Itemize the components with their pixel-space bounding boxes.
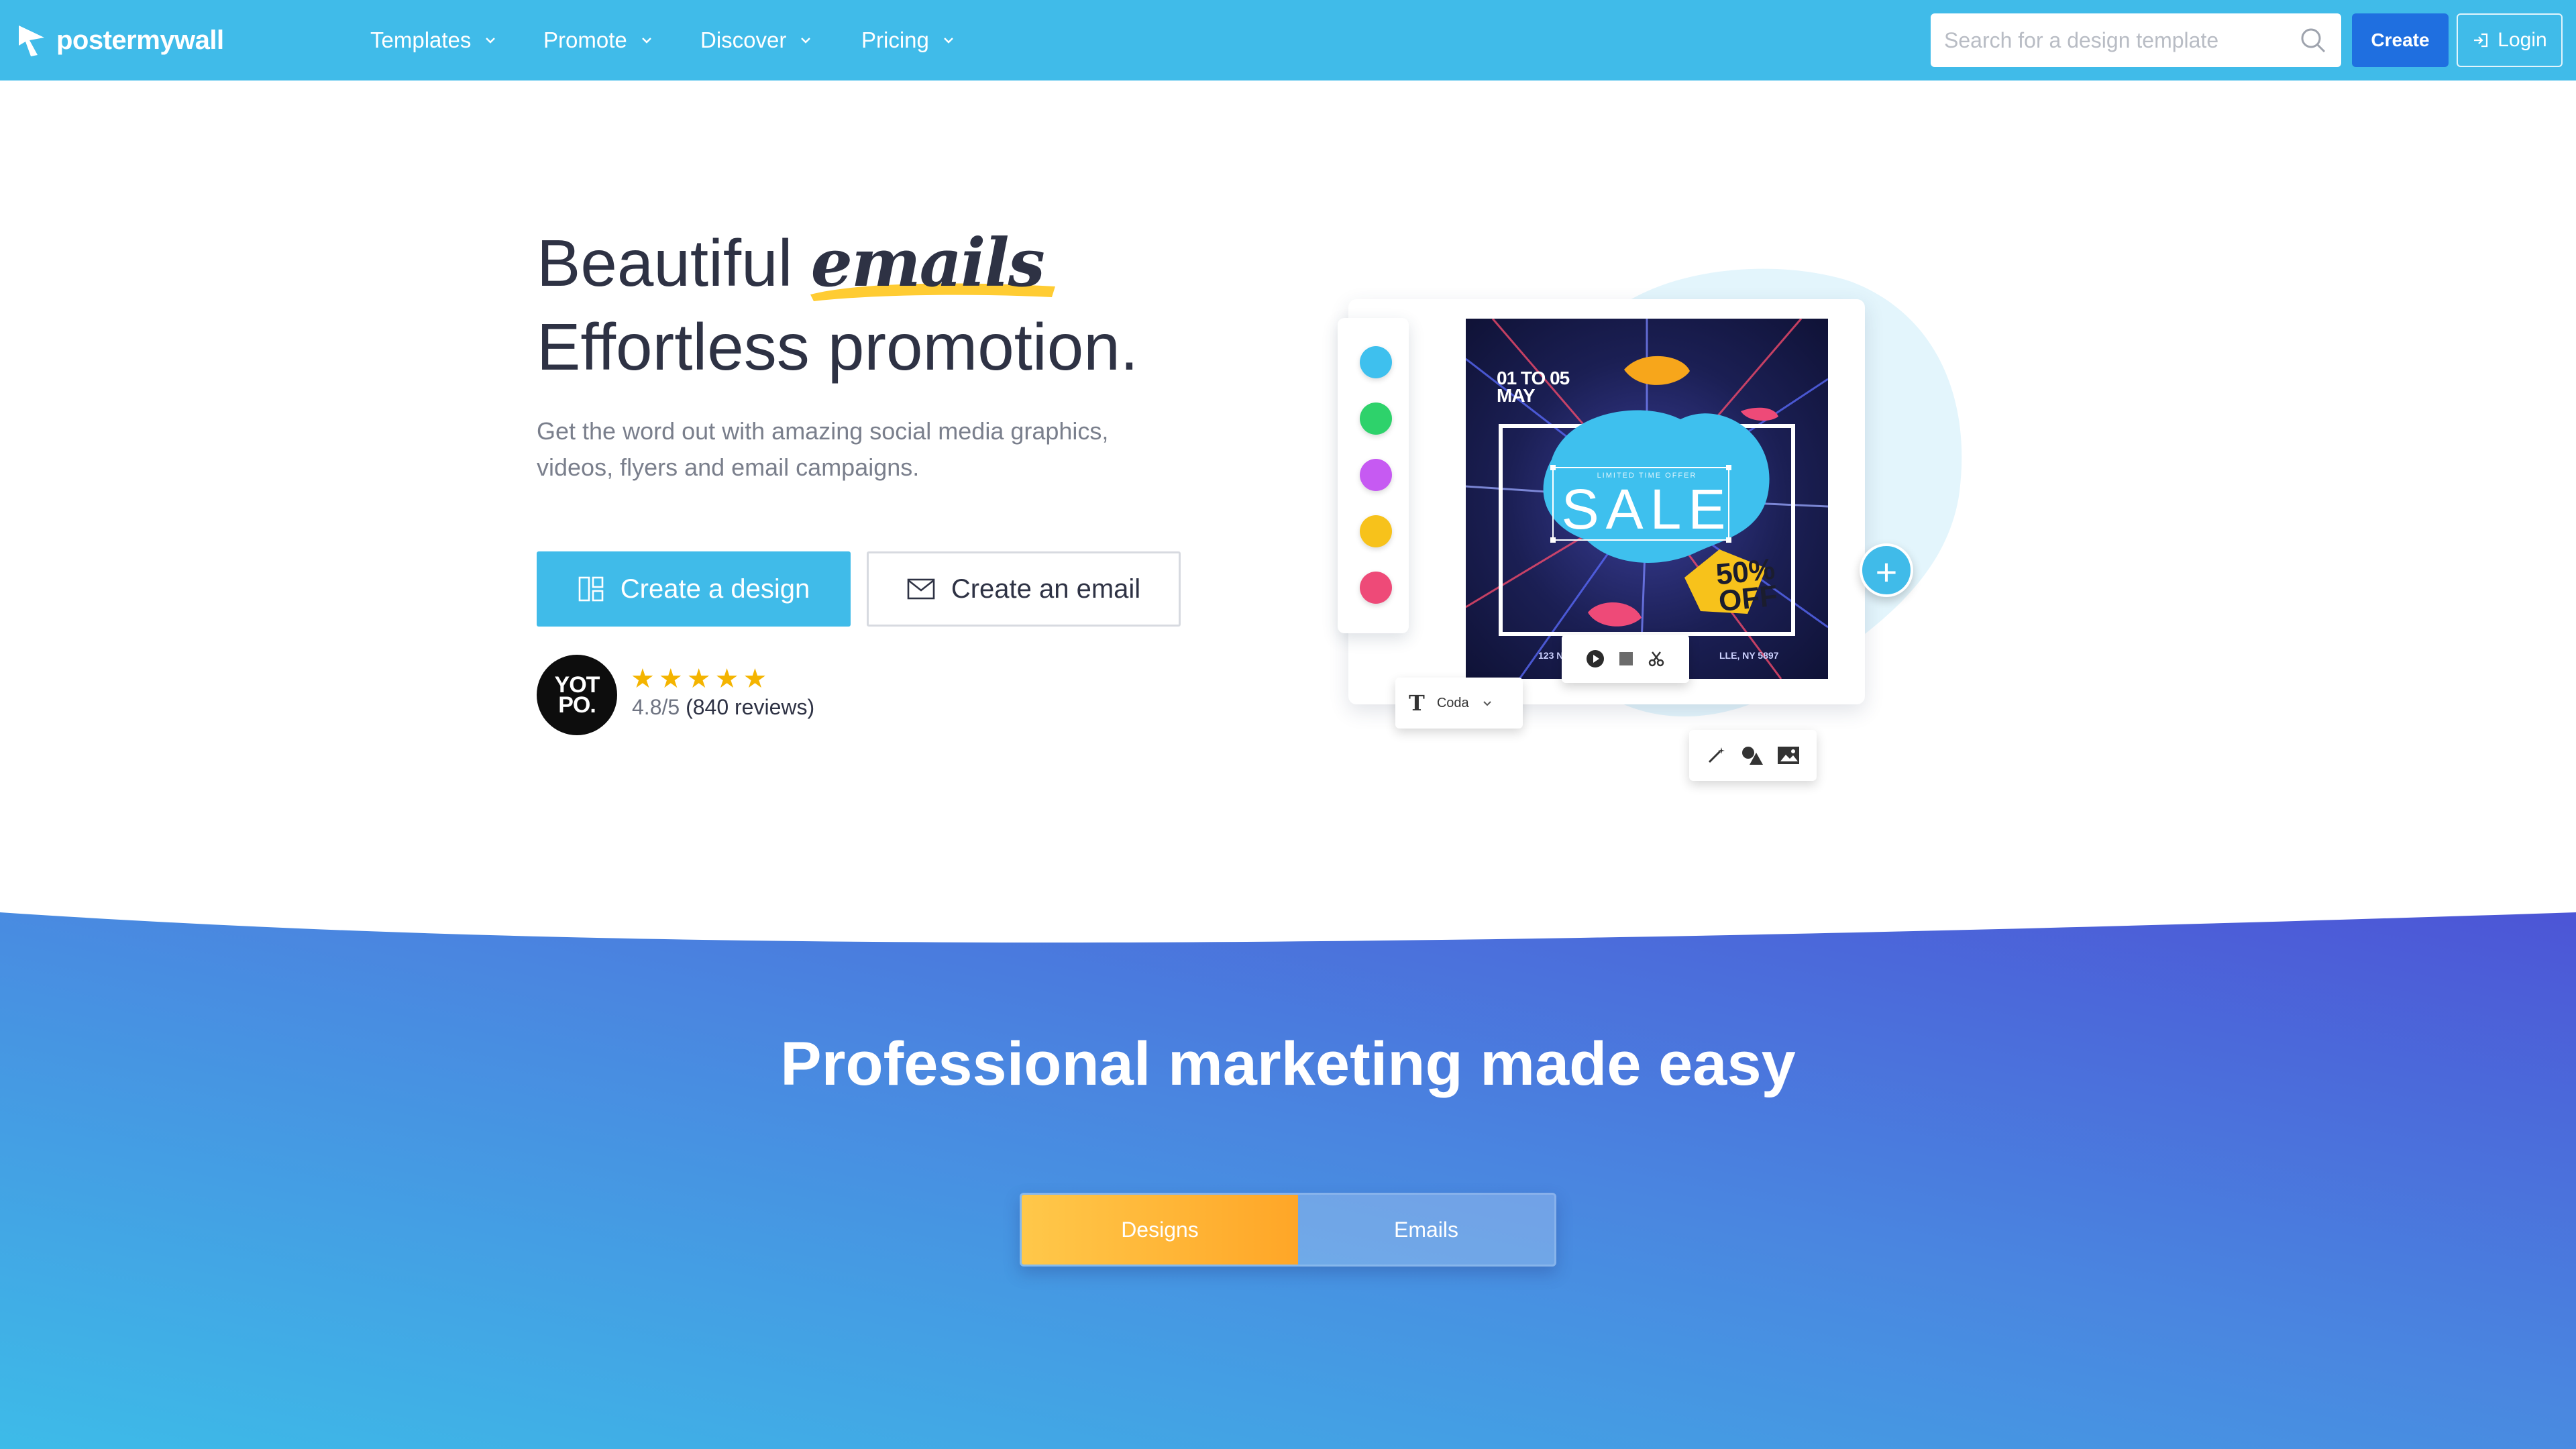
- create-email-label: Create an email: [951, 574, 1141, 604]
- chevron-down-icon: [1483, 701, 1491, 706]
- star-icon: ★: [658, 664, 683, 694]
- poster-headline: SALE: [1561, 478, 1733, 541]
- text-icon: T: [1409, 690, 1425, 716]
- stop-icon[interactable]: [1617, 650, 1635, 667]
- media-controls: [1562, 635, 1689, 683]
- font-name: Coda: [1436, 695, 1469, 710]
- search-input[interactable]: [1944, 28, 2298, 53]
- star-rating: ★ ★ ★ ★ ★: [631, 665, 767, 692]
- hero-illustration: 01 TO 05 MAY LIMITED TIME OFFER SALE 50%…: [1328, 248, 1979, 792]
- poster-date-line2: MAY: [1497, 385, 1536, 406]
- hero-title-line2: Effortless promotion.: [537, 310, 1138, 384]
- add-element-button[interactable]: +: [1860, 543, 1913, 597]
- login-icon: [2474, 33, 2488, 48]
- image-icon[interactable]: [1776, 745, 1801, 765]
- create-design-label: Create a design: [620, 574, 810, 604]
- brand-logo[interactable]: postermywall: [17, 19, 224, 62]
- chevron-down-icon: [486, 38, 496, 44]
- login-button[interactable]: Login: [2457, 13, 2563, 67]
- magic-wand-icon[interactable]: [1705, 745, 1727, 766]
- star-icon: ★: [686, 664, 711, 694]
- hero-title-word: Beautiful: [537, 226, 793, 300]
- star-icon: ★: [714, 664, 739, 694]
- shapes-icon[interactable]: [1740, 745, 1763, 766]
- poster-address-left: 123 N: [1538, 650, 1564, 661]
- star-icon: ★: [743, 664, 767, 694]
- poster-discount: 50% OFF: [1694, 553, 1800, 619]
- rating-score: 4.8/5: [632, 695, 680, 719]
- chevron-down-icon: [641, 38, 651, 44]
- nav-item-templates[interactable]: Templates: [370, 24, 498, 56]
- content-type-toggle: Designs Emails: [1020, 1193, 1556, 1267]
- tab-designs[interactable]: Designs: [1022, 1195, 1298, 1265]
- create-email-button[interactable]: Create an email: [867, 551, 1181, 627]
- scissors-icon[interactable]: [1647, 649, 1666, 668]
- nav-item-label: Promote: [543, 28, 627, 52]
- brand-name: postermywall: [56, 25, 224, 55]
- color-swatch[interactable]: [1360, 572, 1392, 604]
- color-swatch[interactable]: [1360, 346, 1392, 378]
- hero-subtitle: Get the word out with amazing social med…: [537, 417, 1109, 481]
- poster-address-right: LLE, NY 5897: [1719, 650, 1779, 661]
- search-icon[interactable]: [2298, 25, 2328, 55]
- color-swatch-panel: [1338, 318, 1409, 633]
- section-title: Professional marketing made easy: [780, 1030, 1796, 1098]
- hero-title: Beautiful emails Effortless promotion.: [537, 221, 1138, 388]
- tools-toolbar: [1689, 730, 1817, 781]
- tab-emails[interactable]: Emails: [1298, 1195, 1554, 1265]
- login-label: Login: [2498, 29, 2547, 51]
- nav-item-label: Discover: [700, 28, 787, 52]
- plus-icon: +: [1875, 551, 1898, 593]
- hero-title-emphasis-text: emails: [810, 225, 1045, 302]
- top-navbar: postermywall Templates Promote Discover …: [0, 0, 2576, 80]
- color-swatch[interactable]: [1360, 402, 1392, 435]
- chevron-down-icon: [801, 38, 811, 44]
- create-button[interactable]: Create: [2352, 13, 2449, 67]
- chevron-down-icon: [943, 38, 953, 44]
- color-swatch[interactable]: [1360, 459, 1392, 491]
- poster-date: 01 TO 05 MAY: [1497, 369, 1570, 406]
- layout-icon: [578, 576, 604, 602]
- rating-text[interactable]: 4.8/5 (840 reviews): [632, 695, 814, 720]
- nav-item-pricing[interactable]: Pricing: [861, 24, 956, 56]
- logo-mark-icon: [19, 25, 44, 56]
- font-selector[interactable]: T Coda: [1395, 678, 1523, 729]
- hero-title-emphasis: emails: [810, 222, 1055, 305]
- envelope-icon: [907, 578, 935, 600]
- nav-item-promote[interactable]: Promote: [543, 24, 654, 56]
- nav-item-discover[interactable]: Discover: [700, 24, 813, 56]
- star-icon: ★: [631, 664, 655, 694]
- nav-item-label: Templates: [370, 28, 472, 52]
- yotpo-badge[interactable]: YOT PO.: [537, 655, 617, 735]
- sale-poster: 01 TO 05 MAY LIMITED TIME OFFER SALE 50%…: [1466, 319, 1828, 679]
- play-icon[interactable]: [1585, 649, 1605, 669]
- create-design-button[interactable]: Create a design: [537, 551, 851, 627]
- search-box: [1931, 13, 2341, 67]
- color-swatch[interactable]: [1360, 515, 1392, 547]
- rating-reviews: (840 reviews): [686, 695, 815, 719]
- section-background: [0, 912, 2576, 1449]
- nav-item-label: Pricing: [861, 28, 929, 52]
- yotpo-badge-line2: PO.: [558, 692, 596, 718]
